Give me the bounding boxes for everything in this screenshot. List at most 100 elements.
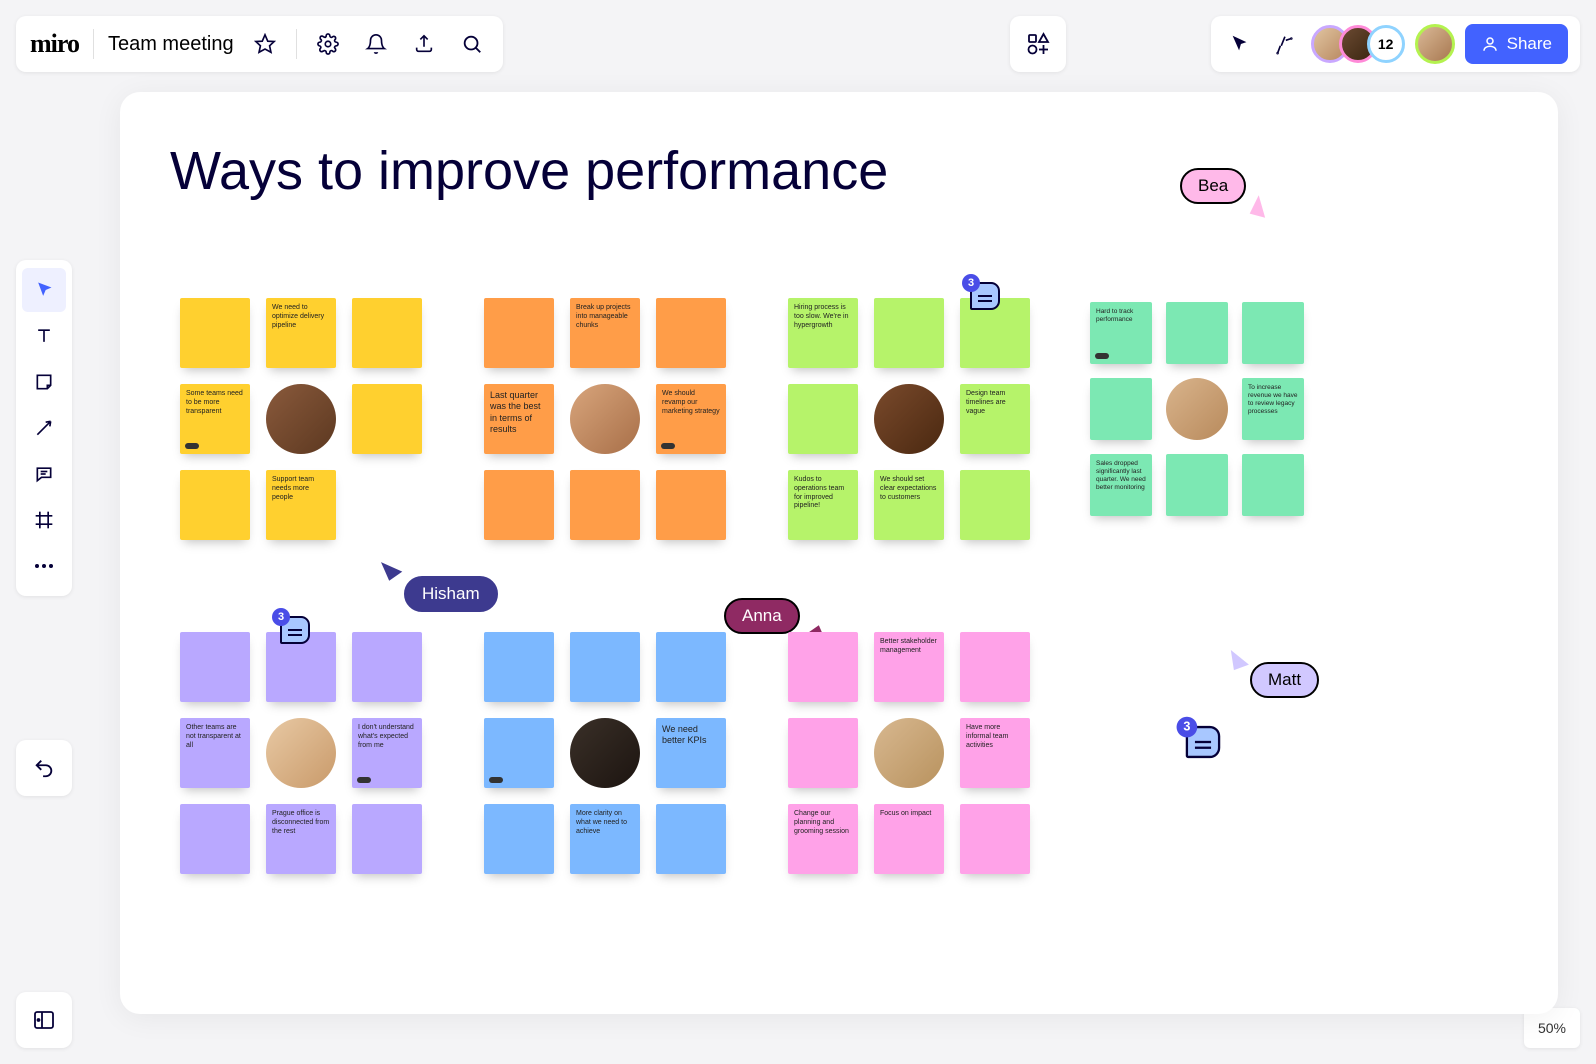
- sticky-note[interactable]: Break up projects into manageable chunks: [570, 298, 640, 368]
- notification-bell-icon[interactable]: [359, 27, 393, 61]
- participant-avatars[interactable]: 12: [1311, 25, 1405, 63]
- sticky-note[interactable]: [960, 470, 1030, 540]
- divider: [296, 29, 297, 59]
- sticky-note[interactable]: Design team timelines are vague: [960, 384, 1030, 454]
- sticky-note[interactable]: [484, 804, 554, 874]
- search-icon[interactable]: [455, 27, 489, 61]
- cursor-arrow-icon: [1250, 194, 1271, 217]
- sticky-note[interactable]: We should revamp our marketing strategy: [656, 384, 726, 454]
- sticky-note[interactable]: [484, 632, 554, 702]
- share-label: Share: [1507, 34, 1552, 54]
- cursor-mode-icon[interactable]: [1223, 27, 1257, 61]
- comment-thread-icon[interactable]: [280, 616, 310, 644]
- sticky-note[interactable]: [1242, 302, 1304, 364]
- sticky-note[interactable]: [180, 298, 250, 368]
- sticky-note[interactable]: [352, 384, 422, 454]
- sticky-note[interactable]: I don't understand what's expected from …: [352, 718, 422, 788]
- current-user-avatar[interactable]: [1415, 24, 1455, 64]
- settings-icon[interactable]: [311, 27, 345, 61]
- sticky-note[interactable]: Last quarter was the best in terms of re…: [484, 384, 554, 454]
- sticky-note[interactable]: [352, 804, 422, 874]
- sticky-note-tool[interactable]: [22, 360, 66, 404]
- sticky-note[interactable]: [874, 298, 944, 368]
- sticky-note[interactable]: [788, 632, 858, 702]
- text-tool[interactable]: [22, 314, 66, 358]
- user-portrait[interactable]: [1166, 378, 1228, 440]
- sticky-note[interactable]: [656, 632, 726, 702]
- sticky-note[interactable]: [1242, 454, 1304, 516]
- comment-tool[interactable]: [22, 452, 66, 496]
- export-icon[interactable]: [407, 27, 441, 61]
- sticky-note[interactable]: More clarity on what we need to achieve: [570, 804, 640, 874]
- sticky-note[interactable]: Sales dropped significantly last quarter…: [1090, 454, 1152, 516]
- user-portrait[interactable]: [570, 718, 640, 788]
- side-toolbar: [16, 260, 72, 596]
- sticky-note[interactable]: Have more informal team activities: [960, 718, 1030, 788]
- sticky-note[interactable]: [656, 804, 726, 874]
- sticky-note[interactable]: [1166, 454, 1228, 516]
- app-logo[interactable]: miro: [30, 29, 79, 59]
- apps-button[interactable]: [1010, 16, 1066, 72]
- user-portrait[interactable]: [874, 718, 944, 788]
- sticky-note[interactable]: [484, 718, 554, 788]
- sticky-note[interactable]: [484, 298, 554, 368]
- sticky-note[interactable]: Support team needs more people: [266, 470, 336, 540]
- reactions-icon[interactable]: [1267, 27, 1301, 61]
- user-portrait[interactable]: [874, 384, 944, 454]
- sticky-note[interactable]: [570, 470, 640, 540]
- top-left-toolbar: miro Team meeting: [16, 16, 503, 72]
- sticky-note[interactable]: [656, 298, 726, 368]
- sticky-note[interactable]: [960, 804, 1030, 874]
- share-button[interactable]: Share: [1465, 24, 1568, 64]
- arrow-tool[interactable]: [22, 406, 66, 450]
- sticky-note[interactable]: Hiring process is too slow. We're in hyp…: [788, 298, 858, 368]
- star-icon[interactable]: [248, 27, 282, 61]
- sticky-note[interactable]: Better stakeholder management: [874, 632, 944, 702]
- sticky-note[interactable]: [656, 470, 726, 540]
- panel-toggle[interactable]: [16, 992, 72, 1048]
- comment-thread-icon[interactable]: [970, 282, 1000, 310]
- sticky-note[interactable]: We should set clear expectations to cust…: [874, 470, 944, 540]
- sticky-note[interactable]: [960, 632, 1030, 702]
- more-tools[interactable]: [22, 544, 66, 588]
- undo-button[interactable]: [16, 740, 72, 796]
- sticky-note[interactable]: Focus on impact: [874, 804, 944, 874]
- board-name[interactable]: Team meeting: [108, 33, 234, 56]
- canvas-frame[interactable]: Ways to improve performance Bea We need …: [120, 92, 1558, 1014]
- sticky-note[interactable]: [484, 470, 554, 540]
- user-portrait[interactable]: [570, 384, 640, 454]
- sticky-note[interactable]: Prague office is disconnected from the r…: [266, 804, 336, 874]
- sticky-note[interactable]: [180, 470, 250, 540]
- cursor-arrow-icon: [378, 555, 403, 581]
- cursor-label: Matt: [1250, 662, 1319, 698]
- share-icon: [1481, 35, 1499, 53]
- comment-thread-icon[interactable]: [1186, 726, 1221, 758]
- sticky-note[interactable]: [788, 384, 858, 454]
- select-tool[interactable]: [22, 268, 66, 312]
- frame-tool[interactable]: [22, 498, 66, 542]
- cursor-label: Hisham: [404, 576, 498, 612]
- sticky-note[interactable]: [1166, 302, 1228, 364]
- sticky-note[interactable]: Kudos to operations team for improved pi…: [788, 470, 858, 540]
- sticky-note[interactable]: We need better KPIs: [656, 718, 726, 788]
- frame-title[interactable]: Ways to improve performance: [170, 140, 888, 202]
- sticky-note[interactable]: [1090, 378, 1152, 440]
- sticky-note[interactable]: [352, 632, 422, 702]
- sticky-note[interactable]: [180, 632, 250, 702]
- sticky-note[interactable]: Other teams are not transparent at all: [180, 718, 250, 788]
- sticky-note[interactable]: [570, 632, 640, 702]
- sticky-note[interactable]: Change our planning and grooming session: [788, 804, 858, 874]
- user-portrait[interactable]: [266, 384, 336, 454]
- zoom-level[interactable]: 50%: [1524, 1008, 1580, 1048]
- user-portrait[interactable]: [266, 718, 336, 788]
- sticky-note[interactable]: [788, 718, 858, 788]
- sticky-note[interactable]: We need to optimize delivery pipeline: [266, 298, 336, 368]
- participant-overflow-count[interactable]: 12: [1367, 25, 1405, 63]
- sticky-note[interactable]: Some teams need to be more transparent: [180, 384, 250, 454]
- sticky-note[interactable]: [180, 804, 250, 874]
- sticky-note[interactable]: [352, 298, 422, 368]
- sticky-note[interactable]: Hard to track performance: [1090, 302, 1152, 364]
- collaborator-cursor-matt: Matt: [1250, 662, 1319, 698]
- collaborator-cursor-bea: Bea: [1180, 168, 1246, 204]
- sticky-note[interactable]: To increase revenue we have to review le…: [1242, 378, 1304, 440]
